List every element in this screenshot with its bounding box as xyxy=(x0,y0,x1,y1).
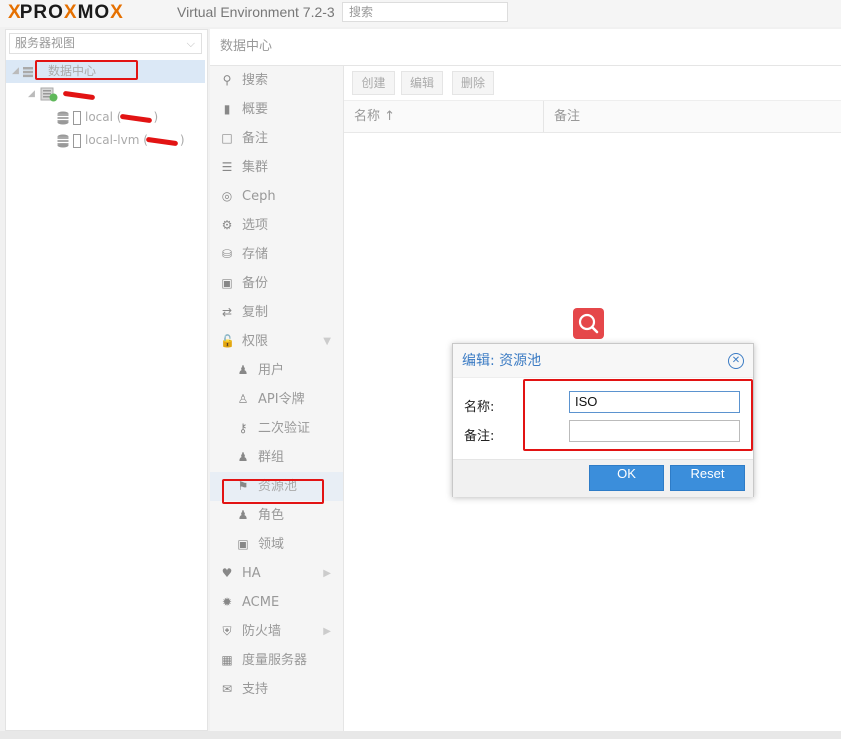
delete-button[interactable]: 删除 xyxy=(452,71,494,95)
nav-item-storage[interactable]: ⛁ 存储 xyxy=(210,240,343,269)
disk-icon xyxy=(73,134,81,148)
nav-item-ha[interactable]: ♥ HA ▶ xyxy=(210,559,343,588)
male-icon: ♟ xyxy=(237,508,249,522)
user-icon: ♟ xyxy=(237,363,249,377)
nav-item-firewall[interactable]: ⛨ 防火墙 ▶ xyxy=(210,617,343,646)
retweet-icon: ⇄ xyxy=(221,305,233,319)
database-icon xyxy=(57,111,69,125)
heartbeat-icon: ♥ xyxy=(221,566,233,580)
top-bar: X PROXMOX Virtual Environment 7.2-3 搜索 xyxy=(0,0,841,27)
chevron-right-icon: ▶ xyxy=(323,626,331,637)
search-icon: ⚲ xyxy=(222,73,232,87)
page-title: 数据中心 xyxy=(210,29,841,66)
ceph-icon: ◎ xyxy=(221,189,233,203)
search-fab[interactable] xyxy=(573,308,604,339)
gear-icon: ⚙ xyxy=(221,218,233,232)
nav-item-summary[interactable]: ▮ 概要 xyxy=(210,95,343,124)
view-selector[interactable]: 服务器视图 ⌵ xyxy=(9,33,202,54)
nav-item-backup[interactable]: ▣ 备份 xyxy=(210,269,343,298)
grid-toolbar: 创建 编辑 删除 xyxy=(344,66,841,101)
nav-item-replication[interactable]: ⇄ 复制 xyxy=(210,298,343,327)
cluster-icon: ☰ xyxy=(221,160,233,174)
ok-button[interactable]: OK xyxy=(589,465,664,491)
dialog-title: 编辑: 资源池 xyxy=(453,344,753,378)
dialog-footer: OK Reset xyxy=(453,459,753,497)
annotation-box-pools xyxy=(222,479,324,504)
nav-item-metric-server[interactable]: ▦ 度量服务器 xyxy=(210,646,343,675)
nav-item-users[interactable]: ♟ 用户 xyxy=(210,356,343,385)
tree-item-storage-local-lvm[interactable]: local-lvm () xyxy=(6,129,205,152)
nav-item-notes[interactable]: □ 备注 xyxy=(210,124,343,153)
shield-icon: ⛨ xyxy=(222,624,232,638)
book-icon: ▮ xyxy=(223,102,231,116)
reset-button[interactable]: Reset xyxy=(670,465,745,491)
nav-item-two-factor[interactable]: ⚷ 二次验证 xyxy=(210,414,343,443)
annotation-box-dialog-fields xyxy=(523,379,753,451)
tree-item-storage-local[interactable]: local () xyxy=(6,106,205,129)
comment-field-label: 备注: xyxy=(464,429,495,444)
proxmox-logo: X PROXMOX xyxy=(8,2,124,23)
bar-chart-icon: ▦ xyxy=(221,653,233,667)
search-icon xyxy=(578,313,599,334)
key-icon: ⚷ xyxy=(238,421,248,435)
grid-header: 名称 ↑ 备注 xyxy=(344,101,841,133)
chevron-right-icon: ▶ xyxy=(323,568,331,579)
nav-item-support[interactable]: ✉ 支持 xyxy=(210,675,343,704)
nav-item-acme[interactable]: ✹ ACME xyxy=(210,588,343,617)
redaction-mark xyxy=(62,90,96,101)
node-icon xyxy=(40,87,58,102)
nav-item-groups[interactable]: ♟ 群组 xyxy=(210,443,343,472)
column-header-comment[interactable]: 备注 xyxy=(544,101,834,132)
note-icon: □ xyxy=(221,131,233,145)
nav-item-permissions[interactable]: 🔓 权限 ▼ xyxy=(210,327,343,356)
certificate-icon: ✹ xyxy=(221,595,233,609)
nav-item-ceph[interactable]: ◎ Ceph xyxy=(210,182,343,211)
edit-button[interactable]: 编辑 xyxy=(401,71,443,95)
search-input[interactable]: 搜索 xyxy=(342,2,508,22)
floppy-icon: ▣ xyxy=(221,276,233,290)
column-header-name[interactable]: 名称 ↑ xyxy=(344,101,544,132)
close-icon[interactable]: ✕ xyxy=(728,353,744,369)
nav-item-search[interactable]: ⚲ 搜索 xyxy=(210,66,343,95)
database-icon: ⛁ xyxy=(221,247,233,261)
collapse-arrow-icon[interactable]: ◢ xyxy=(12,60,19,83)
nav-item-api-tokens[interactable]: ♙ API令牌 xyxy=(210,385,343,414)
database-icon xyxy=(57,134,69,148)
resource-tree-panel: 服务器视图 ⌵ ◢ 数据中心 ◢ local () local-lvm () xyxy=(5,29,208,731)
nav-item-roles[interactable]: ♟ 角色 xyxy=(210,501,343,530)
nav-item-realms[interactable]: ▣ 领域 xyxy=(210,530,343,559)
unlock-icon: 🔓 xyxy=(220,334,235,348)
nav-item-options[interactable]: ⚙ 选项 xyxy=(210,211,343,240)
chevron-down-icon: ⌵ xyxy=(186,37,195,50)
tree-item-node[interactable]: ◢ xyxy=(6,83,205,106)
annotation-box-datacenter xyxy=(35,60,138,80)
server-rack-icon xyxy=(23,67,33,78)
datacenter-nav: ⚲ 搜索 ▮ 概要 □ 备注 ☰ 集群 ◎ Ceph ⚙ 选项 ⛁ 存储 ▣ 备份 ⇄ 复制 🔓 权… xyxy=(210,66,344,731)
users-icon: ♟ xyxy=(237,450,249,464)
comments-icon: ✉ xyxy=(221,682,233,696)
user-outline-icon: ♙ xyxy=(237,392,249,406)
nav-item-cluster[interactable]: ☰ 集群 xyxy=(210,153,343,182)
collapse-arrow-icon[interactable]: ◢ xyxy=(28,83,35,106)
create-button[interactable]: 创建 xyxy=(352,71,395,95)
chevron-down-icon: ▼ xyxy=(323,336,331,347)
disk-icon xyxy=(73,111,81,125)
id-card-icon: ▣ xyxy=(237,537,249,551)
bottom-bar xyxy=(0,731,841,739)
name-field-label: 名称: xyxy=(464,400,495,415)
product-version: Virtual Environment 7.2-3 xyxy=(177,4,335,20)
